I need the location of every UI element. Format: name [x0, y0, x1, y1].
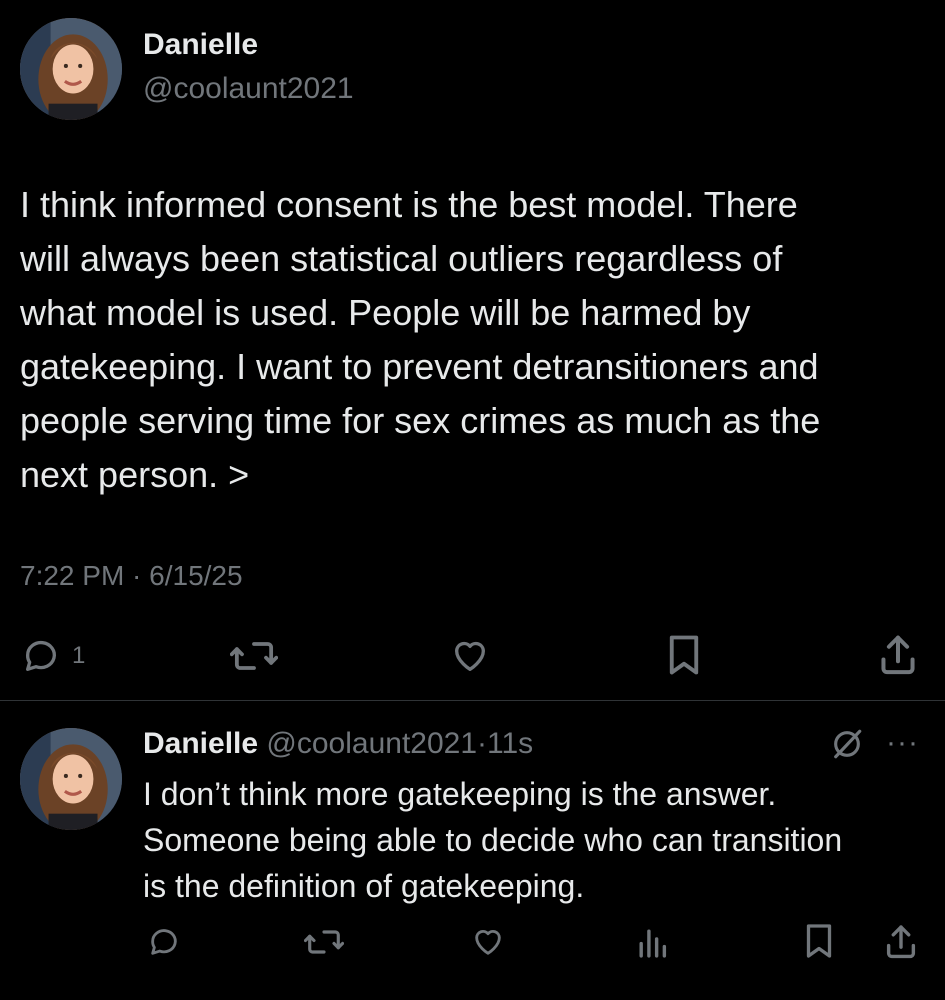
more-options-icon[interactable]: ··· [886, 726, 919, 760]
grok-icon[interactable] [830, 727, 864, 766]
bookmark-icon [666, 634, 702, 676]
reply-button[interactable]: 1 [20, 636, 85, 676]
repost-icon [304, 927, 344, 957]
main-post: Danielle @coolaunt2021 I think informed … [0, 0, 945, 700]
avatar[interactable] [20, 18, 122, 120]
repost-button[interactable] [230, 638, 278, 674]
views-button[interactable] [636, 925, 668, 959]
share-button[interactable] [884, 922, 918, 960]
views-icon [636, 925, 668, 959]
author-handle[interactable]: @coolaunt2021 [266, 727, 477, 760]
like-icon [449, 636, 491, 676]
avatar[interactable] [20, 728, 122, 830]
reply-icon [146, 925, 182, 959]
like-button[interactable] [470, 925, 506, 959]
share-icon [884, 922, 918, 960]
repost-icon [230, 638, 278, 674]
bookmark-button[interactable] [666, 634, 702, 676]
reply-button[interactable] [146, 925, 182, 959]
like-icon [470, 925, 506, 959]
reply-text: I don’t think more gatekeeping is the an… [143, 776, 843, 904]
avatar-image [20, 728, 122, 830]
like-button[interactable] [449, 636, 491, 676]
post-timestamp[interactable]: 7:22 PM · 6/15/25 [20, 560, 243, 592]
reply-header: Danielle @coolaunt2021·11s [143, 727, 533, 761]
share-button[interactable] [878, 632, 918, 676]
author-name[interactable]: Danielle [143, 28, 258, 62]
repost-button[interactable] [304, 927, 344, 957]
reply-count: 1 [72, 642, 86, 669]
post-text: I think informed consent is the best mod… [20, 184, 821, 495]
avatar-image [20, 18, 122, 120]
author-name[interactable]: Danielle [143, 727, 258, 760]
separator: · [477, 727, 488, 760]
reply-icon [20, 636, 62, 676]
share-icon [878, 632, 918, 676]
divider [0, 700, 945, 701]
author-handle[interactable]: @coolaunt2021 [143, 72, 354, 106]
post-time[interactable]: 11s [487, 727, 533, 760]
bookmark-icon [804, 923, 834, 959]
bookmark-button[interactable] [804, 923, 834, 959]
